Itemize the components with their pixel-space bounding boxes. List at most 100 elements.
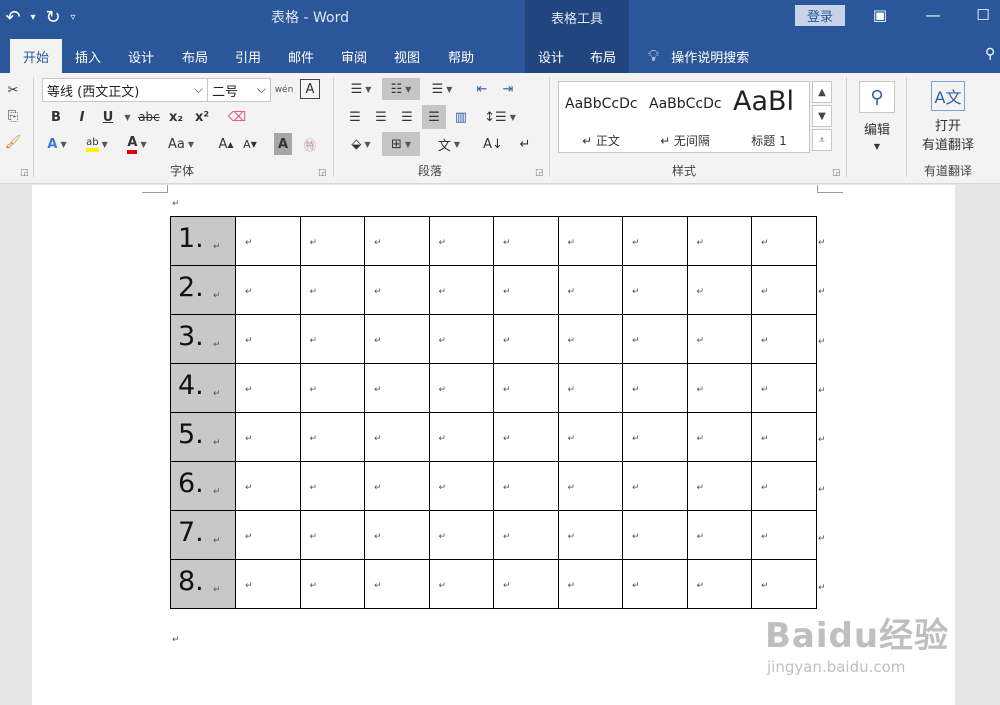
table-cell[interactable]: ↵: [299, 412, 365, 462]
table-cell[interactable]: ↵: [686, 510, 752, 560]
font-size-combo[interactable]: 二号 ⌵: [207, 78, 271, 102]
table-cell[interactable]: ↵: [686, 265, 752, 315]
table-cell[interactable]: ↵: [364, 461, 430, 511]
tab-help[interactable]: 帮助: [434, 39, 488, 73]
table-cell[interactable]: ↵: [493, 412, 559, 462]
sort-icon[interactable]: A↓: [482, 133, 504, 155]
table-cell[interactable]: ↵: [428, 265, 494, 315]
table-cell[interactable]: ↵: [493, 216, 559, 266]
table-cell[interactable]: ↵: [686, 216, 752, 266]
table-cell[interactable]: ↵: [364, 363, 430, 413]
table-cell[interactable]: ↵: [428, 559, 494, 609]
tab-review[interactable]: 审阅: [328, 39, 380, 73]
table-cell[interactable]: ↵: [299, 510, 365, 560]
tab-table-layout[interactable]: 布局: [577, 34, 629, 73]
table-cell[interactable]: ↵: [428, 314, 494, 364]
table-cell[interactable]: ↵: [686, 314, 752, 364]
table-cell[interactable]: ↵: [493, 314, 559, 364]
increase-indent-icon[interactable]: ⇥: [496, 78, 520, 100]
table-cell[interactable]: ↵: [557, 314, 623, 364]
table-cell-number[interactable]: 2. ↵: [170, 265, 236, 315]
table-cell[interactable]: ↵: [622, 559, 688, 609]
style-no-spacing[interactable]: AaBbCcDc ↵ 无间隔: [643, 82, 727, 152]
table-cell[interactable]: ↵: [557, 216, 623, 266]
table-cell[interactable]: ↵: [364, 559, 430, 609]
tab-mailings[interactable]: 邮件: [274, 39, 328, 73]
line-spacing-icon[interactable]: ↕☰ ▼: [482, 106, 518, 128]
char-shading-icon[interactable]: A: [274, 133, 292, 155]
table-cell[interactable]: ↵: [622, 510, 688, 560]
table-cell[interactable]: ↵: [299, 314, 365, 364]
youdao-translate-button[interactable]: A文 打开 有道翻译: [912, 81, 984, 153]
table-cell[interactable]: ↵: [235, 510, 301, 560]
borders-icon[interactable]: ⊞ ▼: [382, 132, 420, 156]
table-cell[interactable]: ↵: [493, 559, 559, 609]
font-launcher-icon[interactable]: ◲: [318, 168, 327, 178]
show-marks-icon[interactable]: ↵: [514, 133, 536, 155]
table-cell[interactable]: ↵: [428, 363, 494, 413]
underline-button[interactable]: U: [98, 106, 118, 128]
style-normal[interactable]: AaBbCcDc ↵ 正文: [559, 82, 643, 152]
bullets-icon[interactable]: ☰ ▼: [344, 78, 378, 100]
ribbon-display-options-icon[interactable]: ▣: [867, 4, 893, 26]
table-cell[interactable]: ↵: [686, 461, 752, 511]
char-border-icon[interactable]: A: [300, 79, 320, 99]
align-center-icon[interactable]: ☰: [370, 106, 392, 128]
table-cell[interactable]: ↵: [235, 363, 301, 413]
table-cell[interactable]: ↵: [299, 363, 365, 413]
table-cell[interactable]: ↵: [686, 559, 752, 609]
align-left-icon[interactable]: ☰: [344, 106, 366, 128]
tab-references[interactable]: 引用: [222, 39, 274, 73]
table-cell[interactable]: ↵: [622, 363, 688, 413]
cut-icon[interactable]: ✂: [3, 79, 23, 101]
tab-view[interactable]: 视图: [380, 39, 434, 73]
table[interactable]: 1. ↵ ↵ ↵ ↵ ↵ ↵ ↵ ↵ ↵ ↵ 2. ↵ ↵ ↵ ↵ ↵ ↵ ↵ ↵ ↵ ↵ 3. ↵ ↵ ↵ ↵ ↵ ↵ ↵ ↵ ↵ ↵ 4. ↵ ↵…: [170, 216, 817, 609]
superscript-button[interactable]: x²: [192, 106, 212, 128]
table-cell[interactable]: ↵: [622, 314, 688, 364]
table-cell[interactable]: ↵: [493, 461, 559, 511]
table-cell[interactable]: ↵: [364, 216, 430, 266]
distributed-icon[interactable]: ▥: [450, 106, 472, 128]
table-cell[interactable]: ↵: [428, 510, 494, 560]
table-cell-number[interactable]: 1. ↵: [170, 216, 236, 266]
table-cell[interactable]: ↵: [622, 216, 688, 266]
table-cell[interactable]: ↵: [493, 265, 559, 315]
table-cell[interactable]: ↵: [557, 363, 623, 413]
table-cell[interactable]: ↵: [364, 314, 430, 364]
chinese-layout-icon[interactable]: 文 ▼: [432, 133, 466, 155]
table-cell-number[interactable]: 8. ↵: [170, 559, 236, 609]
table-cell[interactable]: ↵: [428, 216, 494, 266]
underline-dropdown-icon[interactable]: ▼: [120, 106, 132, 128]
table-cell[interactable]: ↵: [751, 216, 817, 266]
paragraph-launcher-icon[interactable]: ◲: [535, 168, 544, 178]
table-cell[interactable]: ↵: [751, 363, 817, 413]
table-cell[interactable]: ↵: [299, 559, 365, 609]
strikethrough-button[interactable]: abc: [137, 106, 161, 128]
clear-formatting-icon[interactable]: ⌫: [226, 106, 248, 128]
numbering-icon[interactable]: ☷ ▼: [382, 78, 420, 100]
subscript-button[interactable]: x₂: [166, 106, 186, 128]
justify-icon[interactable]: ☰: [422, 105, 446, 129]
table-cell[interactable]: ↵: [557, 265, 623, 315]
table-cell[interactable]: ↵: [428, 412, 494, 462]
table-cell[interactable]: ↵: [235, 216, 301, 266]
table-cell[interactable]: ↵: [557, 559, 623, 609]
table-cell[interactable]: ↵: [622, 461, 688, 511]
tab-insert[interactable]: 插入: [62, 39, 114, 73]
grow-font-icon[interactable]: A ▲: [216, 133, 236, 155]
chevron-down-icon[interactable]: ▼: [812, 105, 832, 127]
tab-layout[interactable]: 布局: [168, 39, 222, 73]
table-cell[interactable]: ↵: [428, 461, 494, 511]
table-cell[interactable]: ↵: [493, 510, 559, 560]
align-right-icon[interactable]: ☰: [396, 106, 418, 128]
format-painter-icon[interactable]: 🖌︎: [3, 131, 23, 153]
table-cell[interactable]: ↵: [557, 510, 623, 560]
table-cell[interactable]: ↵: [557, 412, 623, 462]
table-cell[interactable]: ↵: [622, 265, 688, 315]
login-button[interactable]: 登录: [795, 5, 845, 26]
tab-design[interactable]: 设计: [114, 39, 168, 73]
table-cell[interactable]: ↵: [751, 461, 817, 511]
table-cell[interactable]: ↵: [751, 510, 817, 560]
italic-button[interactable]: I: [72, 106, 92, 128]
tab-table-design[interactable]: 设计: [525, 34, 577, 73]
